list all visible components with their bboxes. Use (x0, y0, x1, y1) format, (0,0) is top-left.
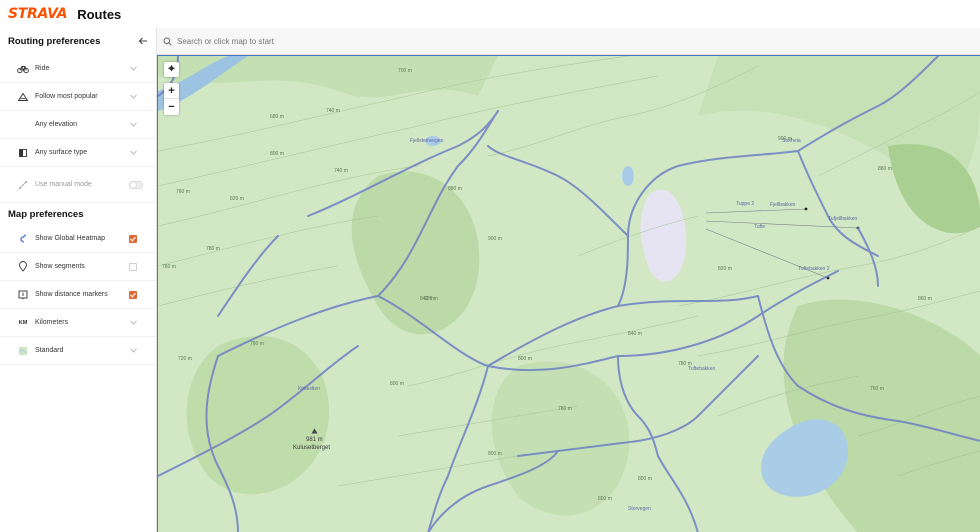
peak-name: Kulusetberget (293, 445, 331, 451)
routing-item-label: Any surface type (35, 149, 88, 156)
zoom-in-button[interactable]: + (164, 83, 179, 99)
peak-icon (311, 428, 318, 434)
map-item-label: Show Global Heatmap (35, 235, 106, 242)
routing-item-label: Any elevation (35, 121, 78, 128)
map-item-label: Kilometers (35, 319, 69, 326)
path-label: Fjellbakken (770, 202, 796, 208)
popular-icon (17, 91, 29, 103)
path-label: Tuftebakken 2 (798, 266, 830, 272)
contour-label: 820 m (718, 266, 732, 272)
routing-item-manual-mode[interactable]: Use manual mode (0, 167, 156, 203)
path-label: Tufte (754, 224, 766, 230)
segment-pin-icon (17, 261, 29, 273)
path-label: Tuppe 2 (736, 201, 755, 207)
routing-item-label: Follow most popular (35, 93, 98, 100)
contour-label: 920 m (424, 296, 438, 302)
contour-label: 680 m (270, 114, 284, 120)
map-item-heatmap[interactable]: Show Global Heatmap (0, 225, 156, 253)
chevron-down-icon (130, 348, 137, 353)
path-label: Storheia (782, 138, 801, 144)
path-label: Tuftebakken (688, 366, 716, 372)
map-preferences-label: Map preferences (8, 208, 84, 220)
routing-item-elevation[interactable]: Any elevation (0, 111, 156, 139)
contour-label: 880 m (878, 166, 892, 172)
contour-label: 760 m (162, 264, 176, 270)
contour-label: 800 m (488, 451, 502, 457)
contour-label: 880 m (448, 186, 462, 192)
routing-item-popularity[interactable]: Follow most popular (0, 83, 156, 111)
routing-item-ride[interactable]: Ride (0, 55, 156, 83)
map-preferences-title: Map preferences (0, 203, 156, 225)
chevron-down-icon (130, 66, 137, 71)
contour-label: 800 m (390, 381, 404, 387)
contour-label: 800 m (638, 476, 652, 482)
contour-label: 900 m (488, 236, 502, 242)
sidebar: Routing preferences Ride Follow most pop… (0, 28, 157, 532)
contour-label: 860 m (918, 296, 932, 302)
path-label: Kirkestien (298, 386, 320, 392)
chevron-down-icon (130, 94, 137, 99)
search-icon (163, 37, 172, 46)
search-input[interactable] (177, 36, 477, 46)
map-canvas[interactable]: ⌖ + − 700 m 680 m 740 m 800 m 820 m 840 … (157, 55, 980, 532)
map-item-segments[interactable]: Show segments (0, 253, 156, 281)
chevron-down-icon (130, 122, 137, 127)
map-item-units[interactable]: KM Kilometers (0, 309, 156, 337)
locate-button[interactable]: ⌖ (164, 62, 179, 77)
check-icon (130, 292, 136, 298)
contour-label: 700 m (398, 68, 412, 74)
path-label: Tufjellbakken (828, 216, 858, 222)
contour-label: 780 m (558, 406, 572, 412)
manual-mode-toggle[interactable] (129, 181, 143, 189)
distance-markers-checkbox[interactable] (129, 291, 137, 299)
strava-logo[interactable]: STRAVA (8, 6, 68, 22)
routing-item-surface[interactable]: Any surface type (0, 139, 156, 167)
contour-label: 740 m (334, 168, 348, 174)
contour-label: 760 m (250, 341, 264, 347)
chevron-down-icon (130, 150, 137, 155)
map-item-label: Show segments (35, 263, 85, 270)
surface-icon (17, 147, 29, 159)
zoom-out-button[interactable]: − (164, 99, 179, 115)
page-title: Routes (77, 6, 122, 22)
km-icon: KM (18, 319, 28, 326)
contour-label: 760 m (176, 189, 190, 195)
topographic-map[interactable] (158, 56, 980, 532)
map-item-label: Show distance markers (35, 291, 108, 298)
map-item-style[interactable]: Standard (0, 337, 156, 365)
contour-label: 760 m (870, 386, 884, 392)
segments-checkbox[interactable] (129, 263, 137, 271)
bike-icon (17, 63, 29, 75)
map-item-label: Standard (35, 347, 64, 354)
heatmap-icon (17, 233, 29, 245)
chevron-down-icon (130, 320, 137, 325)
zoom-controls: + − (164, 83, 179, 115)
check-icon (130, 236, 136, 242)
map-style-icon (17, 345, 29, 357)
path-label: Fjellsteinvegen (410, 138, 444, 144)
path-label: Storvegen (628, 506, 651, 512)
routing-preferences-title: Routing preferences (0, 28, 156, 55)
heatmap-checkbox[interactable] (129, 235, 137, 243)
routing-item-label: Ride (35, 65, 50, 72)
contour-label: 840 m (628, 331, 642, 337)
elevation-icon (17, 119, 29, 131)
map-item-distance-markers[interactable]: Show distance markers (0, 281, 156, 309)
contour-label: 740 m (326, 108, 340, 114)
contour-label: 800 m (518, 356, 532, 362)
contour-label: 800 m (598, 496, 612, 502)
contour-label: 800 m (270, 151, 284, 157)
manual-icon (17, 179, 29, 191)
contour-label: 720 m (178, 356, 192, 362)
distance-marker-icon (17, 289, 29, 301)
search-bar (157, 28, 980, 55)
app-header: STRAVA Routes (0, 0, 980, 28)
contour-label: 820 m (230, 196, 244, 202)
routing-preferences-label: Routing preferences (8, 36, 101, 47)
collapse-arrow-icon[interactable] (138, 36, 148, 46)
contour-label: 780 m (206, 246, 220, 252)
peak-elevation: 981 m (306, 437, 323, 443)
